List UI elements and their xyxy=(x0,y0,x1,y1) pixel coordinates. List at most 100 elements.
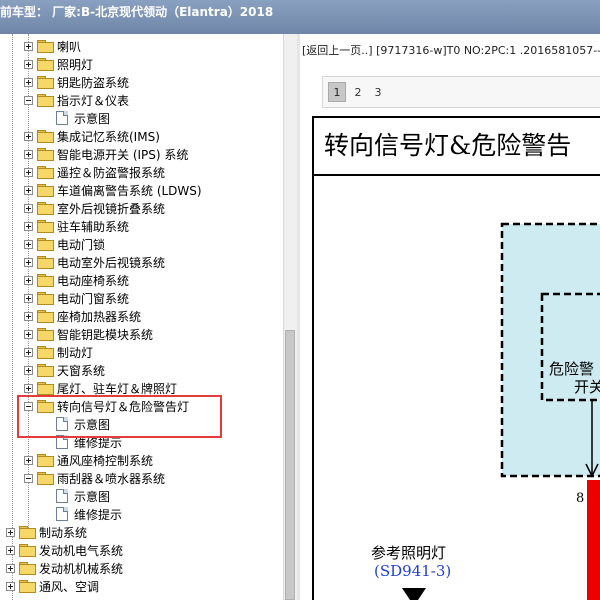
folder-icon xyxy=(19,544,36,557)
tree-item-label: 指示灯＆仪表 xyxy=(57,93,130,108)
tree-folder-item[interactable]: 电动座椅系统 xyxy=(24,271,129,289)
folder-icon xyxy=(37,184,54,197)
tree-folder-item[interactable]: 制动系统 xyxy=(6,523,87,541)
expand-icon[interactable] xyxy=(24,257,33,267)
switch-label-1: 危险警 xyxy=(549,360,594,378)
folder-icon xyxy=(37,310,54,323)
tree-doc-item[interactable]: 示意图 xyxy=(56,487,110,505)
breadcrumb[interactable]: [返回上一页..] [9717316-w]T0 NO:2PC:1 .201658… xyxy=(302,42,600,58)
expand-icon[interactable] xyxy=(6,527,15,537)
tree-folder-item[interactable]: 集成记忆系统(IMS) xyxy=(24,127,160,145)
tree-item-label: 示意图 xyxy=(74,111,111,126)
tree-item-label: 智能电源开关 (IPS) 系统 xyxy=(57,147,189,162)
tree-folder-item[interactable]: 喇叭 xyxy=(24,37,81,55)
expand-icon[interactable] xyxy=(24,221,33,231)
tree-guide-line xyxy=(12,34,13,600)
tree-folder-item[interactable]: 发动机电气系统 xyxy=(6,541,123,559)
tree-folder-item[interactable]: 智能电源开关 (IPS) 系统 xyxy=(24,145,188,163)
tree-folder-item[interactable]: 室外后视镜折叠系统 xyxy=(24,199,165,217)
tree-folder-item[interactable]: 照明灯 xyxy=(24,55,93,73)
tree-folder-item[interactable]: 智能钥匙模块系统 xyxy=(24,325,153,343)
tree-item-label: 示意图 xyxy=(74,489,111,504)
tree-item-label: 电动门锁 xyxy=(57,237,106,252)
tree-folder-item[interactable]: 指示灯＆仪表 xyxy=(24,91,129,109)
tree-folder-item[interactable]: 天窗系统 xyxy=(24,361,105,379)
page-2-button[interactable]: 2 xyxy=(349,82,367,102)
folder-icon xyxy=(37,256,54,269)
tree-item-label: 电动门窗系统 xyxy=(57,291,130,306)
tree-item-label: 钥匙防盗系统 xyxy=(57,75,130,90)
expand-icon[interactable] xyxy=(24,185,33,195)
folder-icon xyxy=(37,328,54,341)
tree-item-label: 发动机电气系统 xyxy=(39,543,124,558)
folder-icon xyxy=(37,166,54,179)
tree-item-label: 集成记忆系统(IMS) xyxy=(57,129,160,144)
expand-icon[interactable] xyxy=(24,275,33,285)
collapse-icon[interactable] xyxy=(24,95,33,105)
folder-icon xyxy=(37,292,54,305)
ref-label: 参考照明灯 xyxy=(371,544,446,562)
document-icon xyxy=(56,489,68,503)
folder-icon xyxy=(37,94,54,107)
folder-icon xyxy=(37,76,54,89)
expand-icon[interactable] xyxy=(6,581,15,591)
expand-icon[interactable] xyxy=(24,203,33,213)
expand-icon[interactable] xyxy=(24,167,33,177)
tree-item-label: 制动系统 xyxy=(39,525,88,540)
tree-doc-item[interactable]: 维修提示 xyxy=(56,505,122,523)
switch-label-2: 开关 xyxy=(574,378,600,396)
page-1-button[interactable]: 1 xyxy=(328,82,346,102)
pagination: 1 2 3 xyxy=(322,76,600,108)
red-wire xyxy=(587,480,600,600)
expand-icon[interactable] xyxy=(24,365,33,375)
tree-folder-item[interactable]: 通风、空调 xyxy=(6,577,99,595)
folder-icon xyxy=(37,220,54,233)
tree-item-label: 发动机机械系统 xyxy=(39,561,124,576)
tree-item-label: 雨刮器＆喷水器系统 xyxy=(57,471,166,486)
expand-icon[interactable] xyxy=(24,41,33,51)
expand-icon[interactable] xyxy=(24,347,33,357)
expand-icon[interactable] xyxy=(24,149,33,159)
tree-panel: 喇叭 照明灯 钥匙防盗系统 指示灯＆仪表 示意图 集成记忆系统(IMS) 智能电源开关 (I… xyxy=(0,34,283,600)
expand-icon[interactable] xyxy=(6,545,15,555)
tree-item-label: 驻车辅助系统 xyxy=(57,219,130,234)
pin-number: 8 xyxy=(576,491,584,506)
expand-icon[interactable] xyxy=(24,293,33,303)
tree-scrollbar-thumb[interactable] xyxy=(285,330,295,600)
tree-folder-item[interactable]: 驻车辅助系统 xyxy=(24,217,129,235)
tree-doc-item[interactable]: 示意图 xyxy=(56,109,110,127)
document-frame: 转向信号灯&危险警告 危险警 开关 8 参考照明灯 (SD941-3) xyxy=(312,116,600,600)
ref-arrow xyxy=(402,588,426,600)
window-title: 前车型： 厂家:B-北京现代领动（Elantra）2018 xyxy=(0,0,600,34)
tree-item-label: 电动室外后视镜系统 xyxy=(57,255,166,270)
expand-icon[interactable] xyxy=(24,131,33,141)
expand-icon[interactable] xyxy=(24,59,33,69)
expand-icon[interactable] xyxy=(24,329,33,339)
expand-icon[interactable] xyxy=(24,239,33,249)
tree-item-label: 电动座椅系统 xyxy=(57,273,130,288)
tree-item-label: 通风、空调 xyxy=(39,579,100,594)
expand-icon[interactable] xyxy=(24,311,33,321)
tree-item-label: 遥控＆防盗警报系统 xyxy=(57,165,166,180)
tree-folder-item[interactable]: 发动机机械系统 xyxy=(6,559,123,577)
expand-icon[interactable] xyxy=(24,455,33,465)
expand-icon[interactable] xyxy=(24,383,33,393)
expand-icon[interactable] xyxy=(6,563,15,573)
tree-folder-item[interactable]: 电动室外后视镜系统 xyxy=(24,253,165,271)
folder-icon xyxy=(37,346,54,359)
folder-icon xyxy=(37,130,54,143)
tree-folder-item[interactable]: 制动灯 xyxy=(24,343,93,361)
expand-icon[interactable] xyxy=(24,77,33,87)
collapse-icon[interactable] xyxy=(24,473,33,483)
tree-folder-item[interactable]: 通风座椅控制系统 xyxy=(24,451,153,469)
tree-item-label: 通风座椅控制系统 xyxy=(57,453,154,468)
tree-folder-item[interactable]: 遥控＆防盗警报系统 xyxy=(24,163,165,181)
tree-folder-item[interactable]: 电动门窗系统 xyxy=(24,289,129,307)
tree-folder-item[interactable]: 车道偏离警告系统 (LDWS) xyxy=(24,181,202,199)
tree-folder-item[interactable]: 座椅加热器系统 xyxy=(24,307,141,325)
tree-folder-item[interactable]: 钥匙防盗系统 xyxy=(24,73,129,91)
tree-folder-item[interactable]: 雨刮器＆喷水器系统 xyxy=(24,469,165,487)
page-3-button[interactable]: 3 xyxy=(369,82,387,102)
tree-item-label: 座椅加热器系统 xyxy=(57,309,142,324)
tree-folder-item[interactable]: 电动门锁 xyxy=(24,235,105,253)
